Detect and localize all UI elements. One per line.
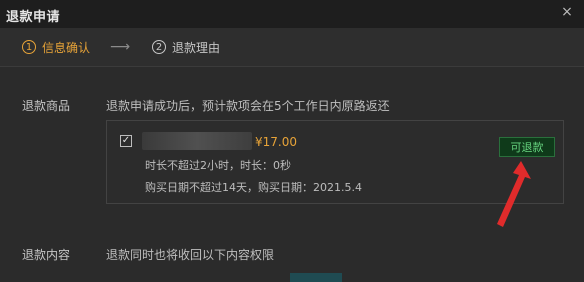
content-thumbnail bbox=[290, 273, 342, 282]
step-number: 2 bbox=[152, 40, 166, 54]
refundable-status-button[interactable]: 可退款 bbox=[499, 137, 555, 157]
dialog-title: 退款申请 bbox=[6, 10, 61, 25]
refund-goods-description: 退款申请成功后，预计款项会在5个工作日内原路返还 bbox=[106, 99, 390, 113]
item-checkbox[interactable]: ✓ bbox=[120, 135, 132, 147]
item-purchase-date: 购买日期不超过14天，购买日期：2021.5.4 bbox=[145, 181, 362, 194]
step-refund-reason: 2 退款理由 bbox=[152, 39, 220, 55]
step-info-confirm: 1 信息确认 bbox=[22, 39, 90, 55]
step-number: 1 bbox=[22, 40, 36, 54]
step-indicator: 1 信息确认 ⟶ 2 退款理由 bbox=[0, 28, 584, 67]
annotation-arrow-icon bbox=[497, 161, 531, 227]
blurred-item-title bbox=[142, 132, 252, 150]
step-label: 退款理由 bbox=[172, 40, 221, 55]
item-duration: 时长不超过2小时，时长：0秒 bbox=[145, 159, 291, 172]
item-price: ¥17.00 bbox=[255, 135, 297, 149]
refund-goods-label: 退款商品 bbox=[22, 99, 71, 113]
refund-content-label: 退款内容 bbox=[22, 248, 71, 262]
title-bar: 退款申请 × bbox=[0, 0, 584, 28]
close-icon[interactable]: × bbox=[560, 5, 574, 19]
refund-content-description: 退款同时也将收回以下内容权限 bbox=[106, 248, 275, 262]
step-label: 信息确认 bbox=[42, 40, 91, 55]
step-arrow-icon: ⟶ bbox=[110, 39, 131, 55]
